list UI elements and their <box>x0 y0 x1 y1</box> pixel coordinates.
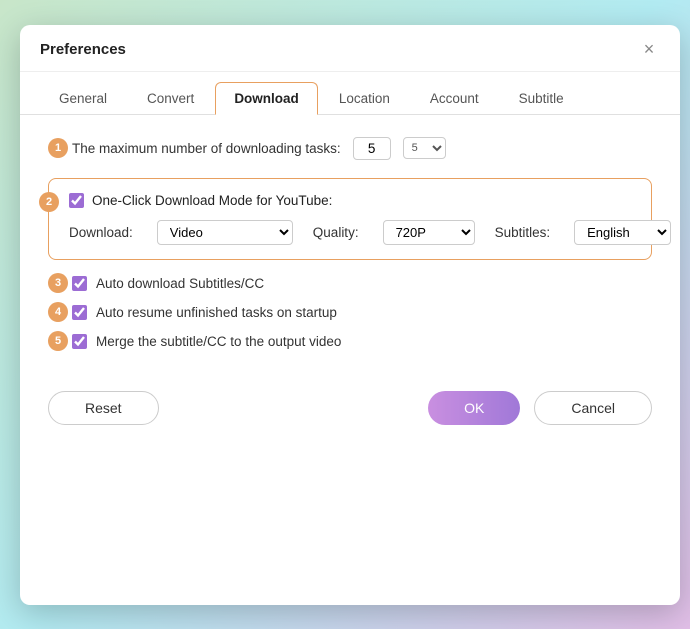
oneclick-checkbox[interactable] <box>69 193 84 208</box>
auto-resume-checkbox[interactable] <box>72 305 87 320</box>
download-type-select[interactable]: Video Audio Video + Audio <box>157 220 293 245</box>
close-button[interactable]: × <box>638 39 660 61</box>
subtitles-opt-label: Subtitles: <box>495 225 551 240</box>
tab-download[interactable]: Download <box>215 82 318 115</box>
subtitles-select[interactable]: English None All <box>574 220 671 245</box>
auto-subtitles-checkbox[interactable] <box>72 276 87 291</box>
badge-5: 5 <box>48 331 68 351</box>
tabs-bar: General Convert Download Location Accoun… <box>20 72 680 115</box>
dialog-title: Preferences <box>40 41 126 58</box>
cancel-button[interactable]: Cancel <box>534 391 652 425</box>
max-tasks-value: 5 <box>353 137 391 160</box>
ok-button[interactable]: OK <box>428 391 520 425</box>
merge-subtitle-checkbox[interactable] <box>72 334 87 349</box>
tab-account[interactable]: Account <box>411 82 498 115</box>
quality-select[interactable]: 720P 1080P 480P 360P <box>383 220 475 245</box>
max-tasks-label: The maximum number of downloading tasks: <box>72 141 341 156</box>
tab-location[interactable]: Location <box>320 82 409 115</box>
tab-convert[interactable]: Convert <box>128 82 213 115</box>
badge-4: 4 <box>48 302 68 322</box>
tab-subtitle[interactable]: Subtitle <box>500 82 583 115</box>
badge-1: 1 <box>48 138 68 158</box>
reset-button[interactable]: Reset <box>48 391 159 425</box>
quality-opt-label: Quality: <box>313 225 359 240</box>
oneclick-label: One-Click Download Mode for YouTube: <box>92 193 332 208</box>
auto-resume-label: Auto resume unfinished tasks on startup <box>96 305 337 320</box>
download-opt-label: Download: <box>69 225 133 240</box>
auto-subtitles-label: Auto download Subtitles/CC <box>96 276 264 291</box>
max-tasks-dropdown[interactable]: 5 3 8 10 <box>403 137 446 159</box>
badge-3: 3 <box>48 273 68 293</box>
merge-subtitle-label: Merge the subtitle/CC to the output vide… <box>96 334 341 349</box>
badge-2: 2 <box>39 192 59 212</box>
tab-general[interactable]: General <box>40 82 126 115</box>
